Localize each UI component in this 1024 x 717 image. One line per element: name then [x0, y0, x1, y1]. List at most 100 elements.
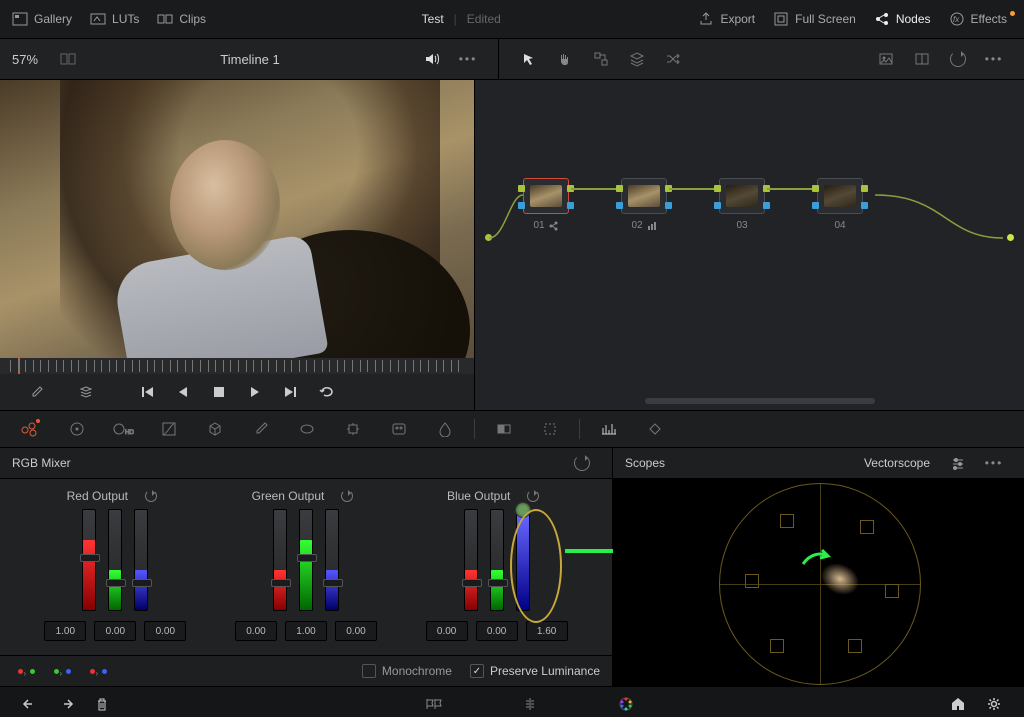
blue-r-slider[interactable]	[464, 509, 478, 611]
node-graph[interactable]: 01 02 03 04	[475, 80, 1024, 410]
viewer-canvas[interactable]	[0, 80, 474, 358]
graph-input-port[interactable]	[485, 234, 492, 241]
node-04[interactable]: 04	[817, 178, 863, 214]
node-02[interactable]: 02	[621, 178, 667, 214]
node-layout-tool[interactable]	[587, 45, 615, 73]
red-r-slider[interactable]	[82, 509, 96, 611]
nodes-icon	[874, 11, 890, 27]
viewer-options-button[interactable]: •••	[454, 45, 482, 73]
scope-options-button[interactable]: •••	[980, 449, 1008, 477]
node-options-button[interactable]: •••	[980, 45, 1008, 73]
preserve-luminance-checkbox[interactable]: Preserve Luminance	[470, 664, 600, 678]
project-settings-button[interactable]	[980, 690, 1008, 717]
loop-button[interactable]	[313, 378, 341, 406]
blue-b-slider[interactable]	[516, 509, 530, 611]
blue-b-value[interactable]: 1.60	[526, 621, 568, 641]
color-page-button[interactable]	[612, 690, 640, 717]
curves-tab[interactable]	[154, 415, 184, 443]
export-icon	[698, 11, 714, 27]
green-r-value[interactable]: 0.00	[235, 621, 277, 641]
warper-tab[interactable]	[200, 415, 230, 443]
fullscreen-label: Full Screen	[795, 12, 856, 26]
flags-button[interactable]	[420, 690, 448, 717]
qualifier-tab[interactable]	[246, 415, 276, 443]
luts-button[interactable]: LUTs	[90, 11, 139, 27]
split-mode-button[interactable]	[908, 45, 936, 73]
red-g-value[interactable]: 0.00	[94, 621, 136, 641]
layers-tool[interactable]	[623, 45, 651, 73]
redo-button[interactable]	[52, 690, 80, 717]
node-01[interactable]: 01	[523, 178, 569, 214]
image-mode-button[interactable]	[872, 45, 900, 73]
stop-button[interactable]	[205, 378, 233, 406]
blur-tab[interactable]	[430, 415, 460, 443]
audio-button[interactable]	[418, 45, 446, 73]
export-button[interactable]: Export	[698, 11, 755, 27]
home-icon	[950, 696, 966, 712]
prev-clip-button[interactable]	[133, 378, 161, 406]
zoom-level[interactable]: 57%	[12, 52, 38, 67]
split-clip-button[interactable]	[516, 690, 544, 717]
primaries-tab[interactable]	[62, 415, 92, 443]
pointer-tool[interactable]	[515, 45, 543, 73]
node-03[interactable]: 03	[719, 178, 765, 214]
reset-node-button[interactable]	[944, 45, 972, 73]
red-b-slider[interactable]	[134, 509, 148, 611]
red-reset-button[interactable]	[142, 487, 160, 505]
layers-button[interactable]	[72, 378, 100, 406]
blue-r-value[interactable]: 0.00	[426, 621, 468, 641]
checkbox-icon	[362, 664, 376, 678]
gallery-button[interactable]: Gallery	[12, 11, 72, 27]
reset-icon	[950, 51, 966, 67]
pan-tool[interactable]	[551, 45, 579, 73]
red-b-value[interactable]: 0.00	[144, 621, 186, 641]
green-reset-button[interactable]	[338, 487, 356, 505]
play-button[interactable]	[241, 378, 269, 406]
reset-icon	[341, 490, 353, 502]
viewer-layout-button[interactable]	[54, 45, 82, 73]
swap-rb-button[interactable]: ›	[84, 664, 112, 678]
green-r-slider[interactable]	[273, 509, 287, 611]
graph-output-port[interactable]	[1007, 234, 1014, 241]
green-g-value[interactable]: 1.00	[285, 621, 327, 641]
delete-button[interactable]	[88, 690, 116, 717]
magic-mask-tab[interactable]	[384, 415, 414, 443]
blue-g-value[interactable]: 0.00	[476, 621, 518, 641]
sizing-tab[interactable]	[535, 415, 565, 443]
blue-b-handle[interactable]	[515, 502, 531, 518]
scope-settings-button[interactable]	[944, 449, 972, 477]
layers-icon	[629, 51, 645, 67]
color-wheels-tab[interactable]	[16, 415, 46, 443]
scrubber[interactable]	[0, 358, 474, 374]
hdr-tab[interactable]: HDR	[108, 415, 138, 443]
window-tab[interactable]	[292, 415, 322, 443]
swap-rg-button[interactable]: ›	[12, 664, 40, 678]
swap-gb-button[interactable]: ›	[48, 664, 76, 678]
red-g-slider[interactable]	[108, 509, 122, 611]
step-back-button[interactable]	[169, 378, 197, 406]
rgb-reset-button[interactable]	[568, 449, 596, 477]
nodes-button[interactable]: Nodes	[874, 11, 931, 27]
waveform-tab[interactable]	[594, 415, 624, 443]
blue-g-slider[interactable]	[490, 509, 504, 611]
effects-button[interactable]: fx Effects	[949, 11, 1012, 27]
next-clip-button[interactable]	[277, 378, 305, 406]
speaker-icon	[424, 51, 440, 67]
monochrome-checkbox[interactable]: Monochrome	[362, 664, 452, 678]
green-b-value[interactable]: 0.00	[335, 621, 377, 641]
undo-button[interactable]	[16, 690, 44, 717]
key-tab[interactable]	[489, 415, 519, 443]
eyedropper-button[interactable]	[22, 378, 50, 406]
green-g-slider[interactable]	[299, 509, 313, 611]
clips-button[interactable]: Clips	[157, 11, 206, 27]
scope-mode-dropdown[interactable]: Vectorscope	[864, 456, 930, 470]
red-r-value[interactable]: 1.00	[44, 621, 86, 641]
home-button[interactable]	[944, 690, 972, 717]
diamond-icon	[647, 421, 663, 437]
node-scroll[interactable]	[645, 398, 875, 404]
shuffle-tool[interactable]	[659, 45, 687, 73]
fullscreen-button[interactable]: Full Screen	[773, 11, 856, 27]
info-tab[interactable]	[640, 415, 670, 443]
green-b-slider[interactable]	[325, 509, 339, 611]
tracker-tab[interactable]	[338, 415, 368, 443]
